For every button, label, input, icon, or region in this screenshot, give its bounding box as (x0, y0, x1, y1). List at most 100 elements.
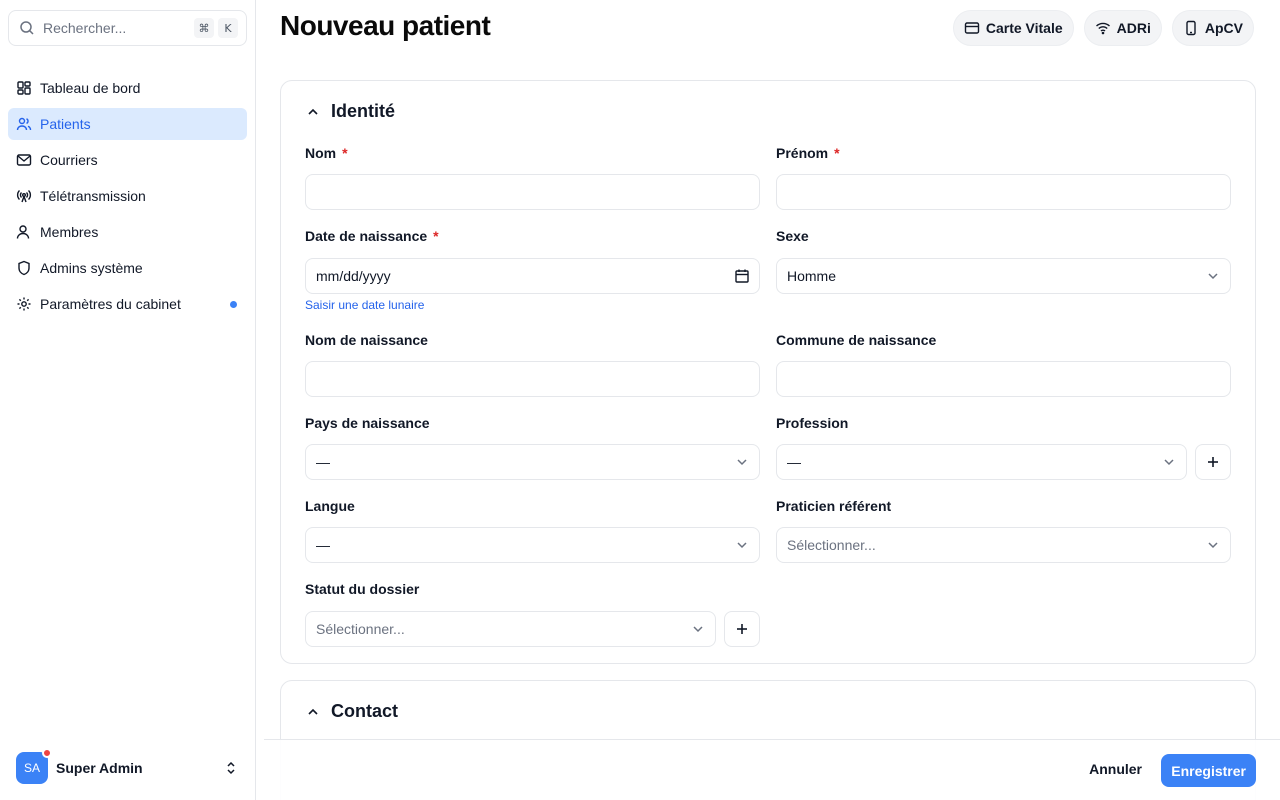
apcv-label: ApCV (1204, 20, 1243, 36)
avatar: SA (16, 748, 52, 784)
avatar-initials: SA (23, 761, 40, 775)
chevron-down-icon (737, 459, 747, 466)
sidebar-item-label: Télétransmission (40, 188, 146, 204)
contact-header[interactable]: Contact (305, 701, 398, 722)
pays-naissance-select[interactable]: — (305, 444, 760, 480)
langue-label: Langue (305, 498, 355, 514)
search-input[interactable]: Rechercher... ⌘ K (8, 10, 247, 46)
sidebar-item-label: Paramètres du cabinet (40, 296, 181, 312)
nom-field[interactable] (305, 174, 760, 210)
date-naissance-field[interactable]: mm/dd/yyyy (305, 258, 760, 294)
chevron-up-down-icon (227, 761, 235, 775)
section-title: Contact (331, 701, 398, 721)
page-title: Nouveau patient (280, 10, 491, 41)
sexe-value: Homme (787, 268, 837, 284)
sidebar: Rechercher... ⌘ K Tableau de bord Patien… (0, 0, 256, 800)
required-marker: * (834, 145, 840, 161)
statut-dossier-label: Statut du dossier (305, 581, 420, 597)
langue-select[interactable]: — (305, 527, 760, 563)
sidebar-item-teletransmission[interactable]: Télétransmission (8, 180, 247, 212)
dashboard-icon (16, 80, 32, 96)
prenom-field[interactable] (776, 174, 1231, 210)
form-footer: Annuler Enregistrer (264, 739, 1280, 800)
profession-label: Profession (776, 415, 849, 431)
search-placeholder: Rechercher... (43, 20, 127, 36)
sidebar-item-label: Membres (40, 224, 99, 240)
shortcut-cmd-key: ⌘ (194, 18, 214, 38)
user-menu[interactable]: SA Super Admin (8, 748, 247, 788)
sidebar-item-label: Tableau de bord (40, 80, 141, 96)
section-title: Identité (331, 101, 396, 121)
required-marker: * (433, 228, 439, 244)
notification-dot (230, 301, 237, 308)
sidebar-item-label: Patients (40, 116, 91, 132)
sexe-select[interactable]: Homme (776, 258, 1231, 294)
add-statut-button[interactable] (724, 611, 760, 647)
shield-icon (16, 260, 32, 276)
search-icon (20, 21, 34, 35)
phone-icon (1186, 20, 1196, 36)
pays-naissance-label: Pays de naissance (305, 415, 430, 431)
antenna-icon (16, 188, 32, 204)
required-marker: * (342, 145, 348, 161)
save-label: Enregistrer (1171, 762, 1246, 779)
add-profession-button[interactable] (1195, 444, 1231, 480)
sidebar-item-patients[interactable]: Patients (8, 108, 247, 140)
nom-naissance-label: Nom de naissance (305, 332, 428, 348)
chevron-down-icon (693, 626, 703, 633)
chevron-down-icon (1208, 542, 1218, 549)
profession-value: — (787, 454, 801, 470)
sidebar-item-label: Admins système (40, 260, 143, 276)
statut-dossier-select[interactable]: Sélectionner... (305, 611, 716, 647)
gear-icon (16, 296, 32, 312)
user-icon (16, 224, 32, 240)
sidebar-item-label: Courriers (40, 152, 98, 168)
praticien-referent-select[interactable]: Sélectionner... (776, 527, 1231, 563)
sidebar-item-parametres-cabinet[interactable]: Paramètres du cabinet (8, 288, 247, 320)
sidebar-item-membres[interactable]: Membres (8, 216, 247, 248)
pays-naissance-value: — (316, 454, 330, 470)
header-actions: Carte Vitale ADRi ApCV (952, 10, 1254, 46)
date-naissance-label: Date de naissance * (305, 228, 439, 244)
shortcut-k-key: K (218, 18, 238, 38)
plus-icon (737, 624, 747, 634)
sidebar-nav: Tableau de bord Patients Courriers Télét… (8, 72, 247, 324)
adri-button[interactable]: ADRi (1083, 10, 1162, 46)
chevron-up-icon (308, 708, 318, 715)
langue-value: — (316, 537, 330, 553)
carte-vitale-label: Carte Vitale (985, 20, 1063, 36)
wifi-icon (1095, 22, 1110, 35)
mail-icon (16, 152, 32, 168)
praticien-referent-placeholder: Sélectionner... (787, 537, 876, 553)
lunar-date-link[interactable]: Saisir une date lunaire (305, 298, 424, 312)
date-naissance-value: mm/dd/yyyy (316, 268, 391, 284)
save-button[interactable]: Enregistrer (1161, 754, 1256, 787)
prenom-label: Prénom * (776, 145, 840, 161)
identite-header[interactable]: Identité (305, 101, 395, 122)
users-icon (16, 116, 32, 132)
user-name: Super Admin (56, 760, 143, 776)
sidebar-item-courriers[interactable]: Courriers (8, 144, 247, 176)
commune-naissance-field[interactable] (776, 361, 1231, 397)
sidebar-item-tableau-de-bord[interactable]: Tableau de bord (8, 72, 247, 104)
plus-icon (1208, 457, 1218, 467)
profession-select[interactable]: — (776, 444, 1187, 480)
sidebar-item-admins-systeme[interactable]: Admins système (8, 252, 247, 284)
carte-vitale-button[interactable]: Carte Vitale (952, 10, 1074, 46)
statut-dossier-placeholder: Sélectionner... (316, 621, 405, 637)
adri-label: ADRi (1116, 20, 1151, 36)
identite-section: Identité Nom * Prénom * Date de naissance *… (280, 80, 1256, 664)
cancel-button[interactable]: Annuler (1089, 761, 1142, 777)
chevron-down-icon (737, 542, 747, 549)
nom-label: Nom * (305, 145, 348, 161)
calendar-icon[interactable] (735, 269, 749, 283)
chevron-down-icon (1164, 459, 1174, 466)
nom-naissance-field[interactable] (305, 361, 760, 397)
chevron-up-icon (308, 108, 318, 115)
chevron-down-icon (1208, 273, 1218, 280)
praticien-referent-label: Praticien référent (776, 498, 892, 514)
sexe-label: Sexe (776, 228, 809, 244)
commune-naissance-label: Commune de naissance (776, 332, 937, 348)
apcv-button[interactable]: ApCV (1171, 10, 1254, 46)
card-icon (964, 22, 980, 34)
